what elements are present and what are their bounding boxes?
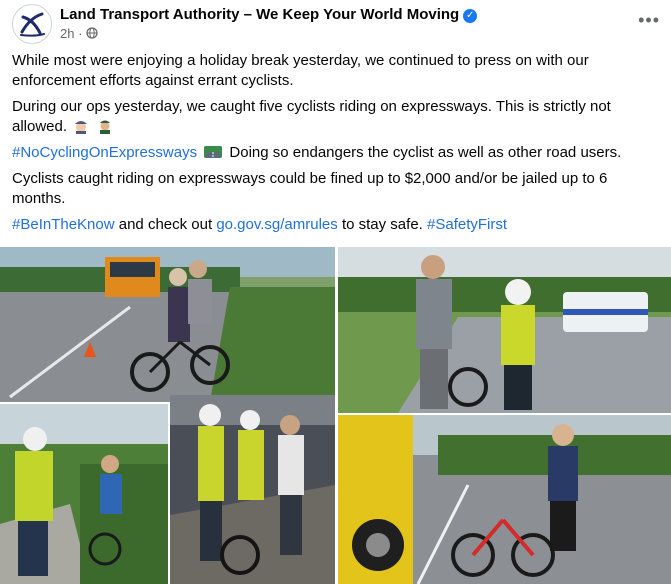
photo-expressway-cyclists-image [0,247,335,402]
police-officer-emoji-icon-2 [100,120,111,134]
page-name[interactable]: Land Transport Authority – We Keep Your … [60,6,478,23]
text-middle: and check out [118,216,213,233]
photo-officer-with-cyclist[interactable] [338,247,671,413]
paragraph-1: While most were enjoying a holiday break… [12,52,589,89]
paragraph-2: During our ops yesterday, we caught five… [12,97,652,137]
paragraph-4: Cyclists caught riding on expressways co… [12,170,608,207]
paragraph-3: #NoCyclingOnExpressways Doing so endange… [12,143,652,163]
text-after-link: to stay safe. [341,216,423,233]
motorway-emoji-icon [204,146,223,158]
page-avatar[interactable] [12,4,52,44]
paragraph-3-text: Doing so endangers the cyclist as well a… [229,144,622,161]
photo-tunnel-enforcement[interactable] [170,395,335,584]
photo-cyclist-red-bike[interactable] [338,415,671,584]
hashtag-be-in-the-know[interactable]: #BeInTheKnow [12,216,115,233]
globe-icon[interactable] [86,27,98,39]
photo-expressway-cyclists[interactable] [0,247,335,402]
hashtag-no-cycling-on-expressways[interactable]: #NoCyclingOnExpressways [12,144,197,161]
amrules-link[interactable]: go.gov.sg/amrules [216,216,337,233]
separator-dot: · [78,26,87,41]
photo-officer-with-cyclist-image [338,247,671,413]
hashtag-safety-first[interactable]: #SafetyFirst [427,216,507,233]
more-options-icon[interactable]: ••• [638,10,660,31]
photo-officer-with-young-cyclist-image [0,404,168,584]
paragraph-5: #BeInTheKnow and check out go.gov.sg/amr… [12,215,652,235]
post-header: Land Transport Authority – We Keep Your … [12,4,662,44]
page-name-text[interactable]: Land Transport Authority – We Keep Your … [60,6,459,23]
police-officer-emoji-icon [75,121,88,134]
post-time[interactable]: 2h [60,26,74,41]
photo-collage [0,245,671,584]
photo-cyclist-red-bike-image [338,415,671,584]
photo-tunnel-enforcement-image [170,395,335,584]
post-meta: 2h · [60,26,98,41]
lta-logo-icon [14,6,50,42]
post-body: While most were enjoying a holiday break… [12,51,652,241]
photo-officer-with-young-cyclist[interactable] [0,404,168,584]
verified-badge-icon: ✓ [463,9,478,23]
